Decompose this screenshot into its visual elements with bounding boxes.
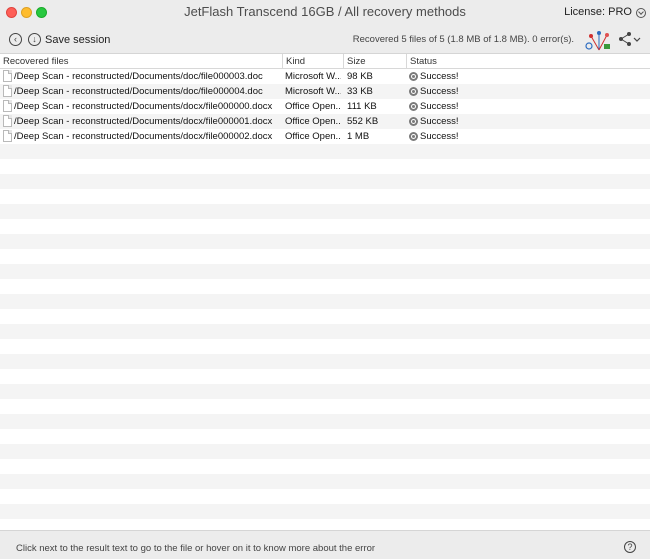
- table-header: Recovered files Kind Size Status: [0, 54, 650, 69]
- window-title: JetFlash Transcend 16GB / All recovery m…: [184, 4, 466, 19]
- document-icon: [3, 100, 12, 112]
- document-icon: [3, 115, 12, 127]
- file-size: 98 KB: [347, 71, 373, 82]
- table-row[interactable]: /Deep Scan - reconstructed/Documents/doc…: [0, 129, 650, 144]
- file-path[interactable]: /Deep Scan - reconstructed/Documents/doc…: [14, 86, 280, 97]
- recovery-status[interactable]: Success!: [420, 71, 540, 82]
- file-size: 111 KB: [347, 101, 377, 112]
- recovery-status[interactable]: Success!: [420, 116, 540, 127]
- document-icon: [3, 70, 12, 82]
- chevron-circle-icon[interactable]: [636, 8, 646, 18]
- column-header-status[interactable]: Status: [410, 56, 437, 67]
- column-header-kind[interactable]: Kind: [286, 56, 305, 67]
- column-header-recovered-files[interactable]: Recovered files: [3, 56, 68, 67]
- back-arrow-circle-icon[interactable]: ‹: [9, 33, 22, 46]
- file-size: 552 KB: [347, 116, 379, 127]
- file-size: 33 KB: [347, 86, 373, 97]
- recovery-status[interactable]: Success!: [420, 101, 540, 112]
- magnifier-icon[interactable]: [409, 72, 418, 81]
- column-divider[interactable]: [282, 54, 283, 69]
- table-row[interactable]: /Deep Scan - reconstructed/Documents/doc…: [0, 84, 650, 99]
- file-path[interactable]: /Deep Scan - reconstructed/Documents/doc…: [14, 101, 280, 112]
- file-kind: Microsoft W...: [285, 86, 341, 97]
- table-row[interactable]: /Deep Scan - reconstructed/Documents/doc…: [0, 69, 650, 84]
- title-bar: JetFlash Transcend 16GB / All recovery m…: [0, 0, 650, 26]
- file-kind: Office Open...: [285, 101, 341, 112]
- recovery-summary: Recovered 5 files of 5 (1.8 MB of 1.8 MB…: [352, 34, 574, 45]
- license-label[interactable]: License: PRO: [564, 6, 632, 18]
- toolbar: ‹ ↓ Save session Recovered 5 files of 5 …: [0, 26, 650, 54]
- file-kind: Microsoft W...: [285, 71, 341, 82]
- share-icon[interactable]: [618, 31, 642, 47]
- magnifier-icon[interactable]: [409, 87, 418, 96]
- file-kind: Office Open...: [285, 131, 341, 142]
- magnifier-icon[interactable]: [409, 132, 418, 141]
- file-path[interactable]: /Deep Scan - reconstructed/Documents/doc…: [14, 116, 280, 127]
- fireworks-icon: [585, 31, 610, 51]
- results-list: /Deep Scan - reconstructed/Documents/doc…: [0, 69, 650, 530]
- recovery-status[interactable]: Success!: [420, 86, 540, 97]
- download-circle-icon[interactable]: ↓: [28, 33, 41, 46]
- column-header-size[interactable]: Size: [347, 56, 365, 67]
- table-row[interactable]: /Deep Scan - reconstructed/Documents/doc…: [0, 99, 650, 114]
- document-icon: [3, 130, 12, 142]
- table-row[interactable]: /Deep Scan - reconstructed/Documents/doc…: [0, 114, 650, 129]
- help-button[interactable]: ?: [624, 541, 636, 553]
- column-divider[interactable]: [406, 54, 407, 69]
- magnifier-icon[interactable]: [409, 117, 418, 126]
- file-path[interactable]: /Deep Scan - reconstructed/Documents/doc…: [14, 131, 280, 142]
- document-icon: [3, 85, 12, 97]
- footer-hint: Click next to the result text to go to t…: [16, 543, 376, 554]
- file-size: 1 MB: [347, 131, 370, 142]
- save-session-button[interactable]: Save session: [45, 34, 110, 46]
- column-divider[interactable]: [343, 54, 344, 69]
- status-bar: Click next to the result text to go to t…: [0, 530, 650, 559]
- recovery-status[interactable]: Success!: [420, 131, 540, 142]
- magnifier-icon[interactable]: [409, 102, 418, 111]
- file-path[interactable]: /Deep Scan - reconstructed/Documents/doc…: [14, 71, 280, 82]
- file-kind: Office Open...: [285, 116, 341, 127]
